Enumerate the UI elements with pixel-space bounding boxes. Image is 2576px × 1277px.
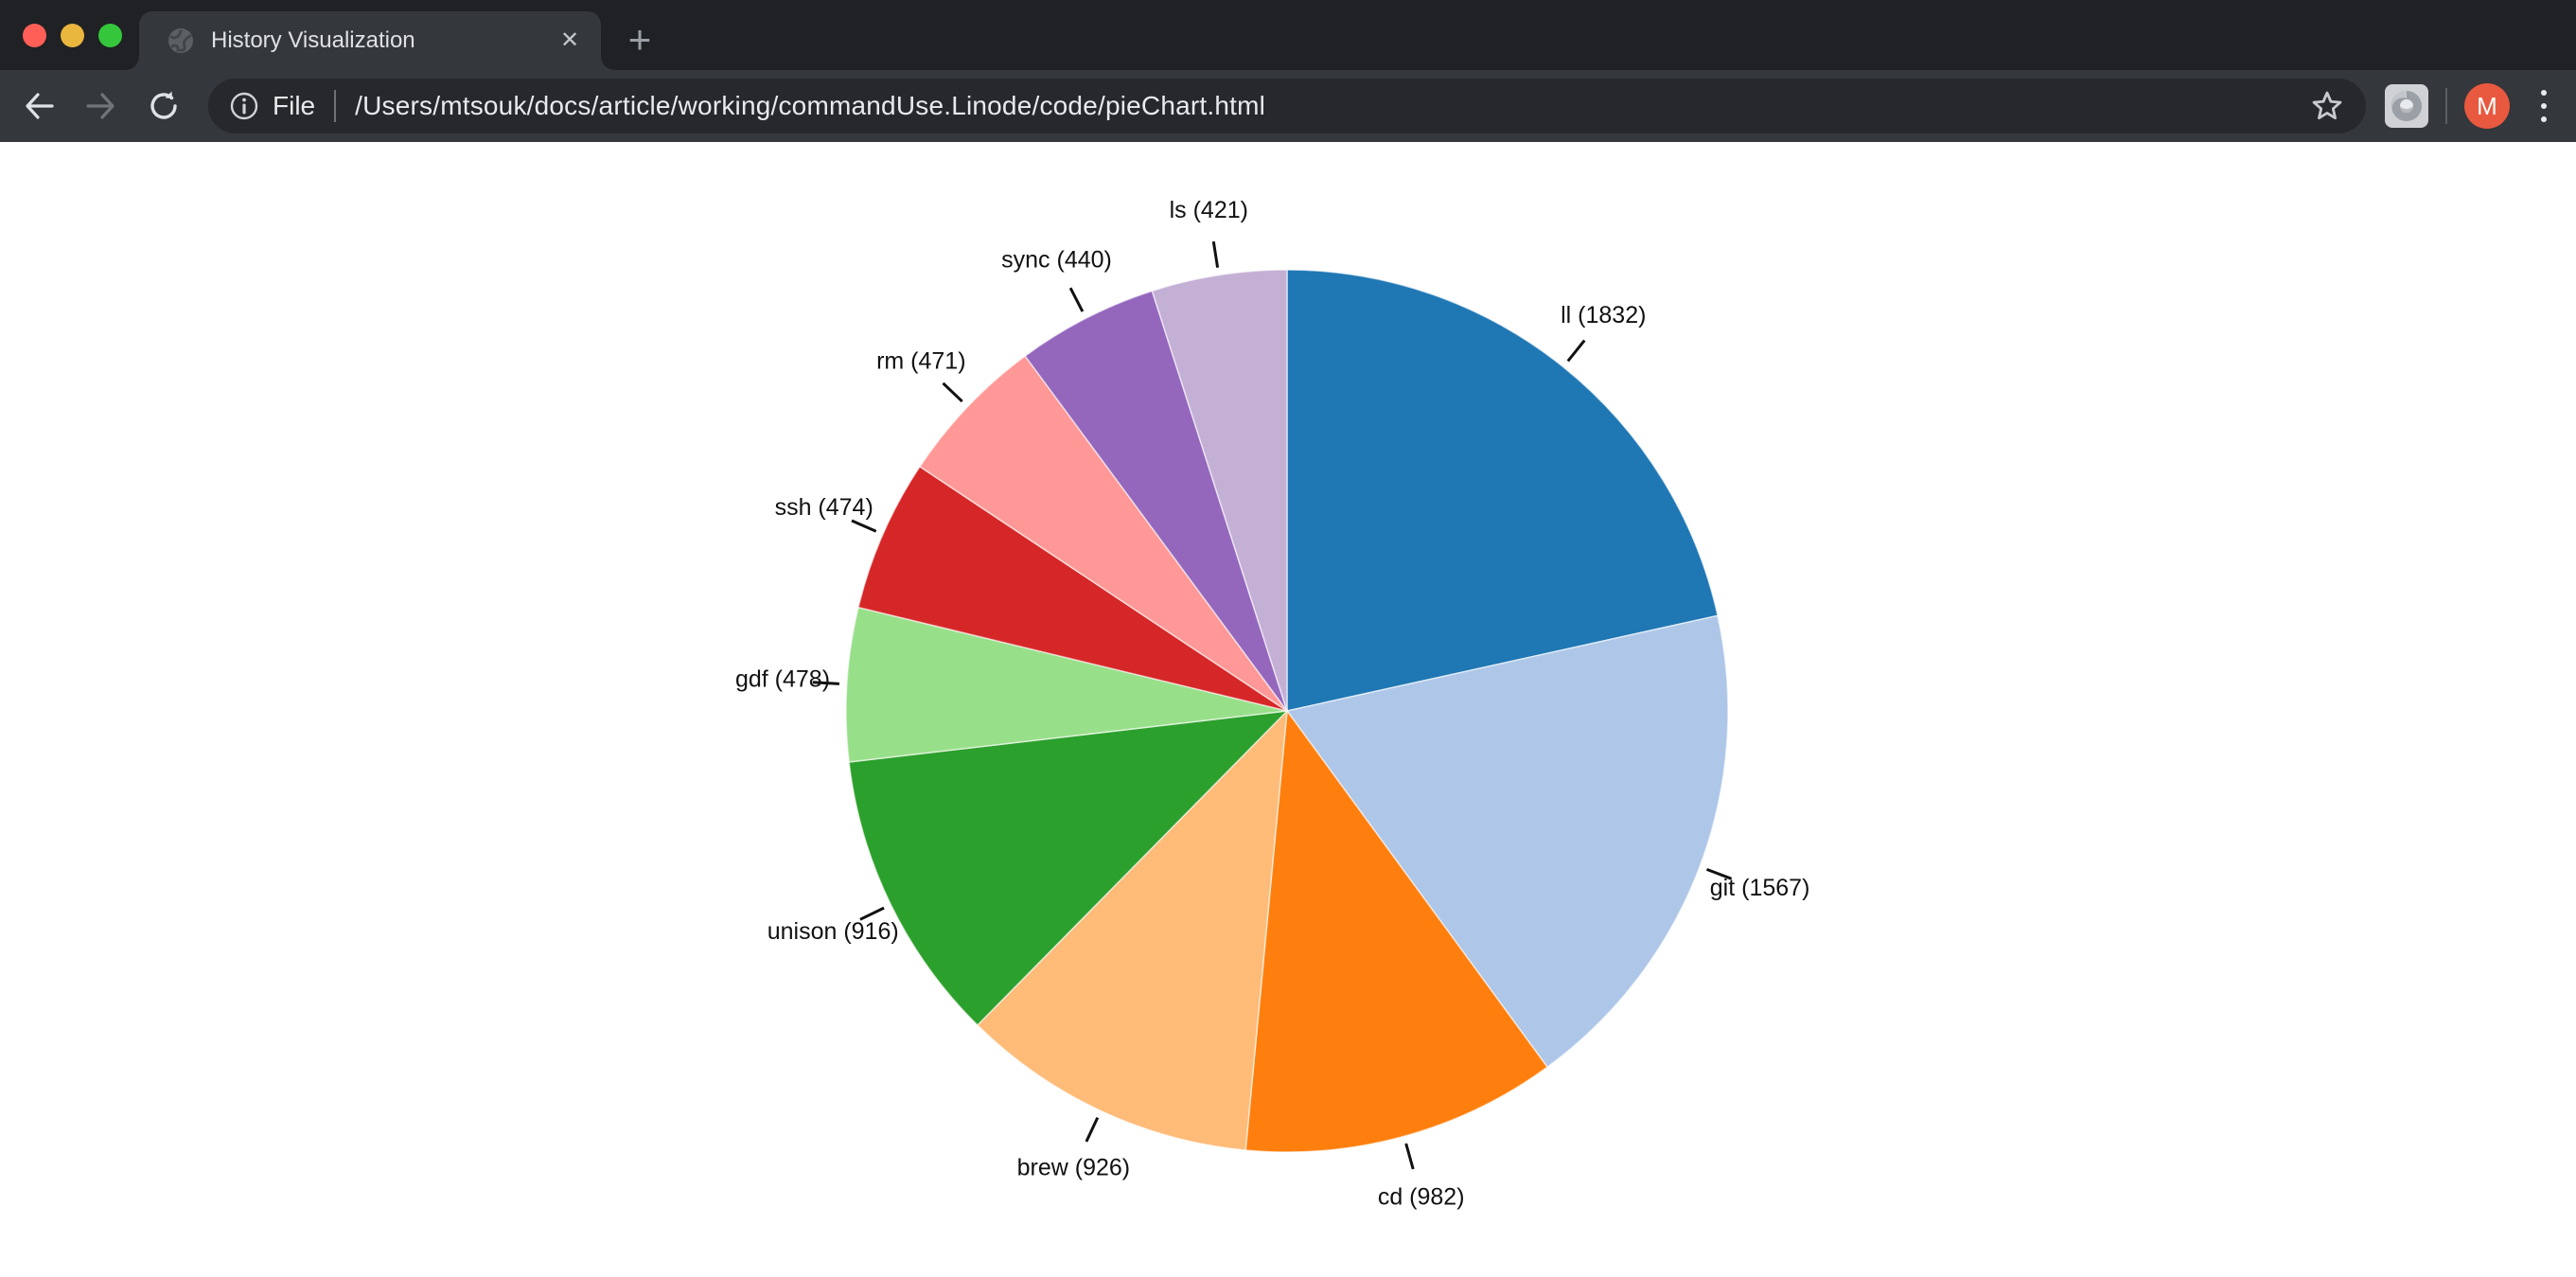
minimize-window-button[interactable]	[61, 24, 84, 47]
pie-tick-sync	[1070, 288, 1083, 311]
page-content: ll (1832) git (1567) cd (982) brew (926) uni…	[0, 142, 2576, 1277]
pie-label-gdf: gdf (478)	[735, 665, 830, 692]
pie-tick-ssh	[852, 521, 876, 531]
url-text[interactable]: /Users/mtsouk/docs/article/working/comma…	[355, 91, 2309, 121]
pie-label-sync: sync (440)	[1001, 246, 1112, 273]
bookmark-star-icon[interactable]	[2309, 88, 2345, 124]
tab-title: History Visualization	[211, 27, 554, 54]
pie-slices	[846, 270, 1728, 1152]
tab-strip: History Visualization ✕ +	[0, 0, 2576, 70]
pie-tick-rm	[944, 383, 962, 401]
menu-dot	[2541, 90, 2547, 96]
reload-button[interactable]	[140, 82, 187, 130]
url-scheme-label: File	[273, 91, 315, 121]
menu-dot	[2541, 103, 2547, 109]
reload-icon	[146, 88, 182, 124]
extension-swirl-icon	[2388, 87, 2426, 125]
pie-label-brew: brew (926)	[1017, 1155, 1131, 1181]
pie-label-cd: cd (982)	[1378, 1184, 1465, 1211]
new-tab-button[interactable]: +	[617, 19, 662, 64]
address-bar[interactable]: File /Users/mtsouk/docs/article/working/…	[208, 79, 2366, 133]
pie-tick-ll	[1568, 341, 1585, 362]
tab-history-visualization[interactable]: History Visualization ✕	[139, 11, 601, 70]
pie-label-ls: ls (421)	[1170, 197, 1248, 223]
pie-chart: ll (1832) git (1567) cd (982) brew (926) uni…	[0, 142, 2576, 1277]
browser-toolbar: File /Users/mtsouk/docs/article/working/…	[0, 70, 2576, 142]
pie-tick-brew	[1086, 1118, 1098, 1142]
toolbar-separator	[2445, 88, 2447, 124]
info-icon[interactable]	[229, 91, 259, 121]
zoom-window-button[interactable]	[98, 24, 122, 47]
pie-tick-cd	[1406, 1144, 1414, 1169]
pie-label-git: git (1567)	[1710, 875, 1810, 901]
back-button[interactable]	[15, 82, 62, 130]
pie-tick-ls	[1213, 241, 1217, 268]
close-window-button[interactable]	[23, 24, 46, 47]
extension-button[interactable]	[2385, 84, 2428, 128]
menu-dot	[2541, 116, 2547, 122]
pie-label-ssh: ssh (474)	[775, 494, 873, 521]
forward-arrow-icon	[83, 88, 119, 124]
profile-avatar[interactable]: M	[2464, 83, 2510, 129]
pie-label-unison: unison (916)	[768, 918, 899, 945]
back-arrow-icon	[21, 88, 57, 124]
url-separator	[334, 90, 336, 122]
forward-button[interactable]	[78, 82, 125, 130]
pie-label-ll: ll (1832)	[1561, 302, 1646, 328]
browser-menu-button[interactable]	[2525, 83, 2563, 129]
browser-window: History Visualization ✕ +	[0, 0, 2576, 1277]
tab-close-icon[interactable]: ✕	[554, 25, 586, 57]
globe-icon	[168, 27, 194, 54]
pie-label-rm: rm (471)	[876, 347, 965, 374]
